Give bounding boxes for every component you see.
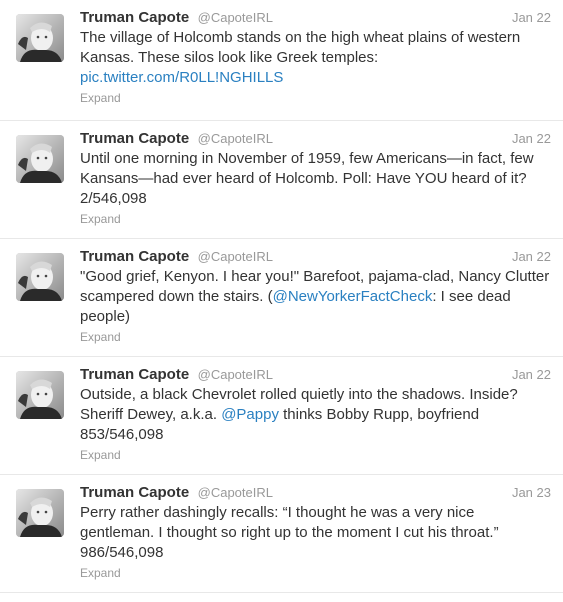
tweet-text-body: Perry rather dashingly recalls: “I thoug… (80, 504, 499, 561)
tweet-date[interactable]: Jan 22 (512, 129, 551, 149)
expand-link[interactable]: Expand (80, 565, 551, 581)
tweet-header: Truman Capote @CapoteIRL Jan 23 (80, 483, 551, 503)
tweet-content: Truman Capote @CapoteIRL Jan 22 Outside,… (80, 365, 551, 463)
tweet-date[interactable]: Jan 22 (512, 8, 551, 28)
user-handle[interactable]: @CapoteIRL (198, 485, 273, 500)
tweet-date[interactable]: Jan 22 (512, 365, 551, 385)
tweet-content: Truman Capote @CapoteIRL Jan 22 Until on… (80, 129, 551, 227)
tweet-header: Truman Capote @CapoteIRL Jan 22 (80, 247, 551, 267)
avatar[interactable] (16, 253, 64, 301)
user-handle[interactable]: @CapoteIRL (198, 367, 273, 382)
tweet-header: Truman Capote @CapoteIRL Jan 22 (80, 8, 551, 28)
tweet-date[interactable]: Jan 23 (512, 483, 551, 503)
user-name[interactable]: Truman Capote (80, 248, 189, 265)
tweet-text-body: Until one morning in November of 1959, f… (80, 150, 534, 207)
tweet-content: Truman Capote @CapoteIRL Jan 22 The vill… (80, 8, 551, 106)
user-handle[interactable]: @CapoteIRL (198, 249, 273, 264)
tweet-text: Perry rather dashingly recalls: “I thoug… (80, 503, 551, 563)
user-name[interactable]: Truman Capote (80, 484, 189, 501)
avatar-portrait-icon (16, 135, 64, 183)
user-handle[interactable]: @CapoteIRL (198, 10, 273, 25)
tweet-content: Truman Capote @CapoteIRL Jan 23 Perry ra… (80, 483, 551, 581)
mention-link[interactable]: @NewYorkerFactCheck (273, 288, 433, 305)
tweet[interactable]: Truman Capote @CapoteIRL Jan 22 The vill… (0, 0, 563, 121)
expand-link[interactable]: Expand (80, 211, 551, 227)
user-name[interactable]: Truman Capote (80, 130, 189, 147)
avatar-portrait-icon (16, 253, 64, 301)
avatar[interactable] (16, 135, 64, 183)
expand-link[interactable]: Expand (80, 447, 551, 463)
mention-link[interactable]: @Pappy (221, 406, 279, 423)
tweet-text-body: The village of Holcomb stands on the hig… (80, 29, 521, 66)
tweet-link[interactable]: pic.twitter.com/R0LL!NGHILLS (80, 69, 283, 86)
expand-link[interactable]: Expand (80, 90, 551, 106)
tweet[interactable]: Truman Capote @CapoteIRL Jan 22 "Good gr… (0, 239, 563, 357)
tweet-feed: Truman Capote @CapoteIRL Jan 22 The vill… (0, 0, 563, 593)
avatar-portrait-icon (16, 489, 64, 537)
tweet-content: Truman Capote @CapoteIRL Jan 22 "Good gr… (80, 247, 551, 345)
tweet-text: "Good grief, Kenyon. I hear you!" Barefo… (80, 267, 551, 327)
tweet-header: Truman Capote @CapoteIRL Jan 22 (80, 129, 551, 149)
tweet-text: The village of Holcomb stands on the hig… (80, 28, 551, 88)
expand-link[interactable]: Expand (80, 329, 551, 345)
avatar[interactable] (16, 14, 64, 62)
user-handle[interactable]: @CapoteIRL (198, 131, 273, 146)
avatar-portrait-icon (16, 371, 64, 419)
tweet[interactable]: Truman Capote @CapoteIRL Jan 22 Outside,… (0, 357, 563, 475)
tweet-date[interactable]: Jan 22 (512, 247, 551, 267)
user-name[interactable]: Truman Capote (80, 366, 189, 383)
tweet-text: Until one morning in November of 1959, f… (80, 149, 551, 209)
tweet[interactable]: Truman Capote @CapoteIRL Jan 23 Perry ra… (0, 475, 563, 593)
avatar-portrait-icon (16, 14, 64, 62)
avatar[interactable] (16, 371, 64, 419)
tweet-header: Truman Capote @CapoteIRL Jan 22 (80, 365, 551, 385)
user-name[interactable]: Truman Capote (80, 9, 189, 26)
tweet-text: Outside, a black Chevrolet rolled quietl… (80, 385, 551, 445)
avatar[interactable] (16, 489, 64, 537)
tweet[interactable]: Truman Capote @CapoteIRL Jan 22 Until on… (0, 121, 563, 239)
